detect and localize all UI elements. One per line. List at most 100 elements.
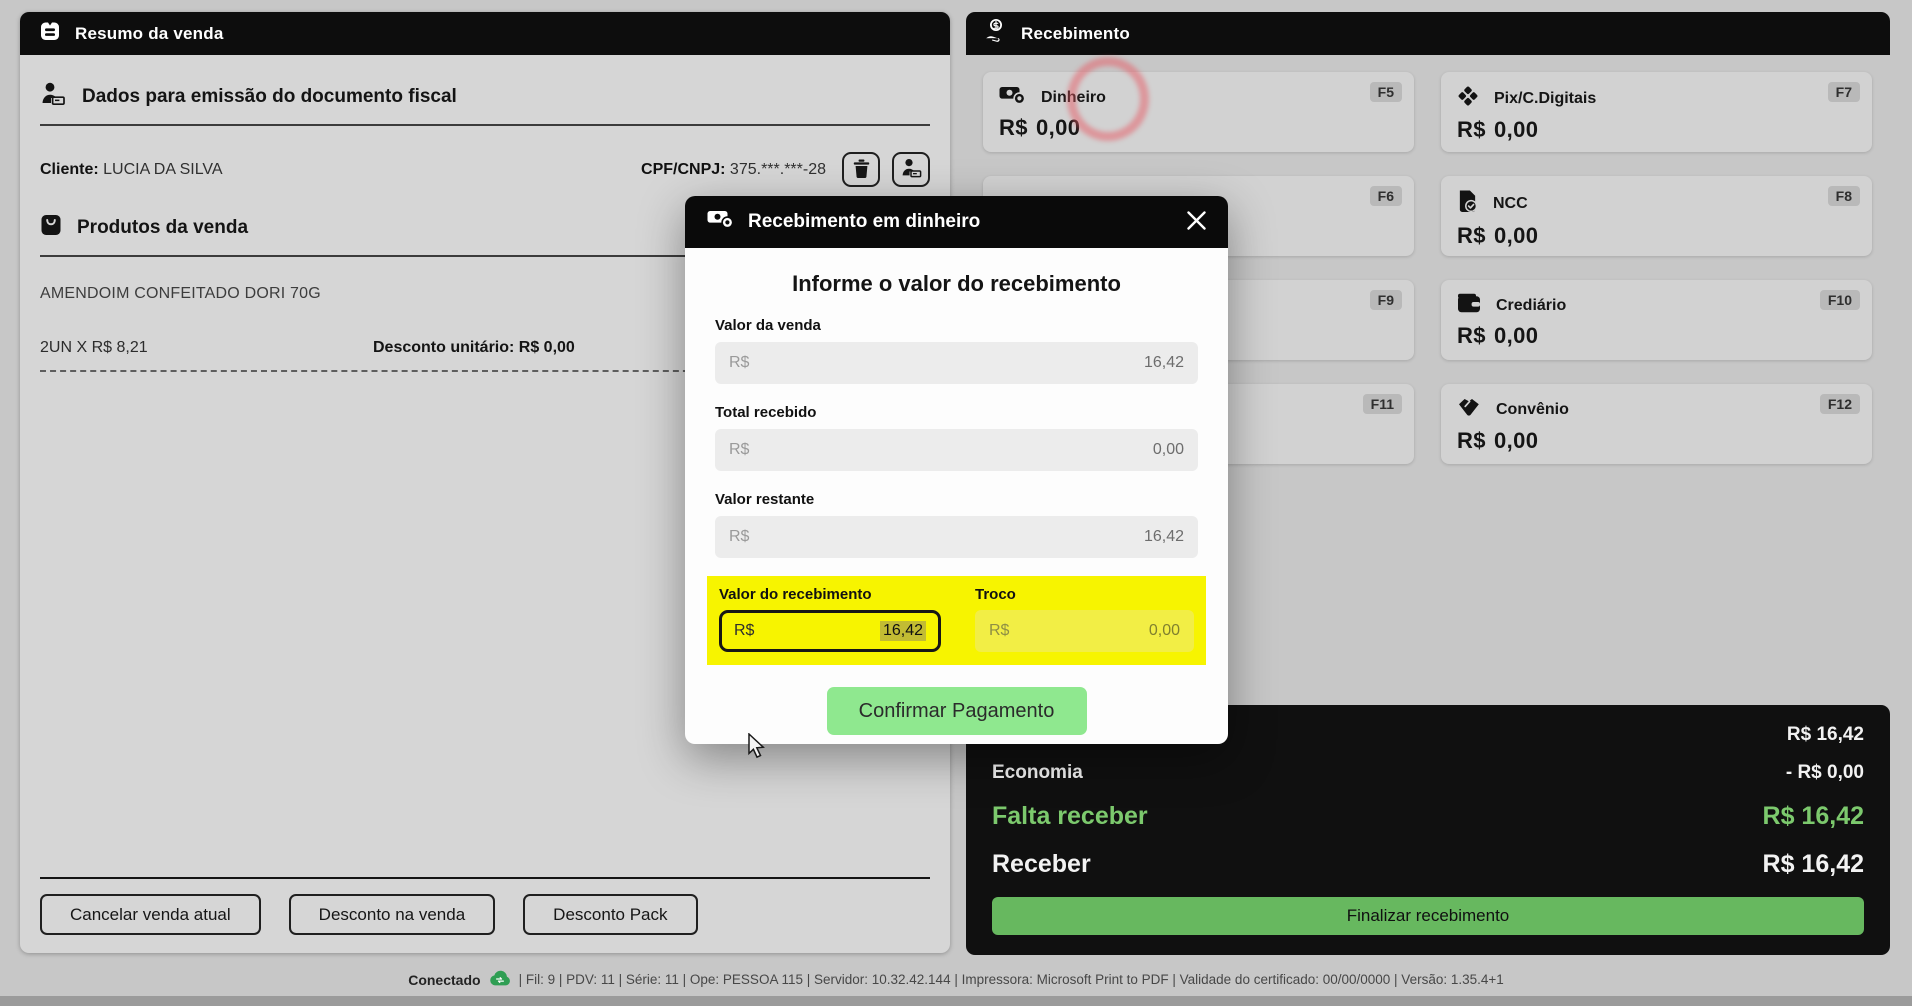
summary-economy-row: Economia - R$ 0,00 [992, 753, 1864, 793]
currency-prefix: R$ [989, 622, 1009, 640]
remove-client-button[interactable] [842, 152, 880, 187]
modal-heading: Informe o valor do recebimento [715, 271, 1198, 297]
person-card-icon [900, 158, 922, 181]
modal-title: Recebimento em dinheiro [748, 211, 980, 233]
cpf-label: CPF/CNPJ: [641, 161, 725, 178]
summary-total-value: R$ 16,42 [1787, 724, 1864, 746]
section-title: Dados para emissão do documento fiscal [82, 86, 457, 108]
modal-header: Recebimento em dinheiro [685, 196, 1228, 248]
currency-prefix: R$ [729, 441, 749, 459]
sale-discount-button[interactable]: Desconto na venda [289, 894, 496, 935]
panel-title: Resumo da venda [75, 24, 224, 44]
status-info: | Fil: 9 | PDV: 11 | Série: 11 | Ope: PE… [519, 972, 1504, 987]
cash-payment-modal: Recebimento em dinheiro Informe o valor … [685, 196, 1228, 744]
total-received-value: 0,00 [1153, 441, 1184, 459]
field-label: Valor restante [715, 491, 1198, 508]
hand-money-icon [984, 18, 1008, 49]
fkey-badge: F8 [1828, 186, 1860, 206]
payment-tile-label: Pix/C.Digitais [1494, 90, 1596, 108]
remaining-label: Falta receber [992, 802, 1148, 831]
cancel-sale-button[interactable]: Cancelar venda atual [40, 894, 261, 935]
cash-icon [999, 85, 1026, 110]
currency-prefix: R$ [729, 528, 749, 546]
shopping-bag-icon [40, 213, 62, 243]
product-unit-discount: Desconto unitário: R$ 0,00 [373, 339, 575, 357]
pix-icon [1457, 85, 1479, 112]
client-cpf: CPF/CNPJ: 375.***.***-28 [641, 161, 826, 179]
sale-value-field: R$ 16,42 [715, 342, 1198, 384]
payment-tile-dinheiro[interactable]: F5 Dinheiro R$0,00 [983, 72, 1414, 152]
pos-app: Resumo da venda Dados para emissão do do… [0, 0, 1912, 1006]
payment-tile-crediario[interactable]: F10 Crediário R$0,00 [1441, 280, 1872, 360]
sale-value-group: Valor da venda R$ 16,42 [715, 317, 1198, 384]
fkey-badge: F6 [1370, 186, 1402, 206]
fiscal-data-section-title: Dados para emissão do documento fiscal [40, 81, 930, 112]
note-check-icon [1457, 189, 1478, 218]
cloud-sync-icon [489, 970, 511, 989]
confirm-payment-button[interactable]: Confirmar Pagamento [827, 687, 1087, 735]
remaining-value-group: Valor restante R$ 16,42 [715, 491, 1198, 558]
payment-tile-amount: R$0,00 [1457, 323, 1856, 349]
total-received-field: R$ 0,00 [715, 429, 1198, 471]
person-document-icon [40, 81, 67, 112]
payment-tile-convenio[interactable]: F12 Convênio R$0,00 [1441, 384, 1872, 464]
wallet-icon [1457, 293, 1481, 318]
change-field: R$ 0,00 [975, 610, 1194, 652]
connection-status: Conectado [408, 972, 480, 988]
field-label: Valor da venda [715, 317, 1198, 334]
fkey-badge: F5 [1370, 82, 1402, 102]
field-label: Total recebido [715, 404, 1198, 421]
remaining-value-field: R$ 16,42 [715, 516, 1198, 558]
product-qty-price: 2UN X R$ 8,21 [40, 339, 373, 357]
sale-summary-header: Resumo da venda [20, 12, 950, 55]
finalize-payment-button[interactable]: Finalizar recebimento [992, 897, 1864, 935]
payment-value-label: Valor do recebimento [719, 586, 941, 603]
close-modal-button[interactable] [1187, 211, 1206, 233]
summary-remaining-row: Falta receber R$ 16,42 [992, 793, 1864, 839]
currency-prefix: R$ [729, 354, 749, 372]
trash-icon [853, 159, 870, 181]
payment-tile-ncc[interactable]: F8 NCC R$0,00 [1441, 176, 1872, 256]
summary-receive-row: Receber R$ 16,42 [992, 839, 1864, 889]
panel-title: Recebimento [1021, 24, 1130, 44]
section-title: Produtos da venda [77, 217, 248, 239]
payment-tile-amount: R$0,00 [1457, 117, 1856, 143]
change-value: 0,00 [1149, 622, 1180, 640]
payment-tile-amount: R$0,00 [1457, 223, 1856, 249]
handshake-icon [1457, 397, 1481, 423]
payment-tile-label: NCC [1493, 195, 1528, 213]
change-label: Troco [975, 586, 1194, 603]
fkey-badge: F10 [1820, 290, 1860, 310]
economy-label: Economia [992, 762, 1083, 784]
receive-label: Receber [992, 850, 1091, 879]
fkey-badge: F12 [1820, 394, 1860, 414]
payment-value-text: 16,42 [880, 621, 926, 641]
remaining-value: 16,42 [1144, 528, 1184, 546]
economy-value: - R$ 0,00 [1786, 762, 1864, 784]
fkey-badge: F7 [1828, 82, 1860, 102]
fkey-badge: F9 [1370, 290, 1402, 310]
remaining-value: R$ 16,42 [1763, 802, 1864, 831]
close-icon [1187, 211, 1206, 233]
payment-tile-label: Convênio [1496, 401, 1569, 419]
payment-value-input[interactable]: R$ 16,42 [719, 610, 941, 652]
currency-prefix: R$ [734, 622, 754, 640]
client-label: Cliente: [40, 161, 99, 178]
payment-panel-header: Recebimento [966, 12, 1890, 55]
payment-tile-amount: R$0,00 [999, 115, 1398, 141]
pack-discount-button[interactable]: Desconto Pack [523, 894, 697, 935]
payment-tile-label: Crediário [1496, 297, 1566, 315]
payment-tile-amount: R$0,00 [1457, 428, 1856, 454]
status-bar: Conectado | Fil: 9 | PDV: 11 | Série: 11… [0, 963, 1912, 996]
cash-icon [707, 209, 734, 235]
sale-value: 16,42 [1144, 354, 1184, 372]
fkey-badge: F11 [1363, 394, 1402, 414]
change-client-button[interactable] [892, 152, 930, 187]
payment-input-highlight: Valor do recebimento R$ 16,42 Troco R$ 0… [707, 576, 1206, 665]
payment-tile-pix[interactable]: F7 Pix/C.Digitais R$0,00 [1441, 72, 1872, 152]
client-name: Cliente: LUCIA DA SILVA [40, 161, 223, 179]
receipt-icon [38, 19, 62, 48]
receive-value: R$ 16,42 [1763, 850, 1864, 879]
payment-tile-label: Dinheiro [1041, 89, 1106, 107]
total-received-group: Total recebido R$ 0,00 [715, 404, 1198, 471]
